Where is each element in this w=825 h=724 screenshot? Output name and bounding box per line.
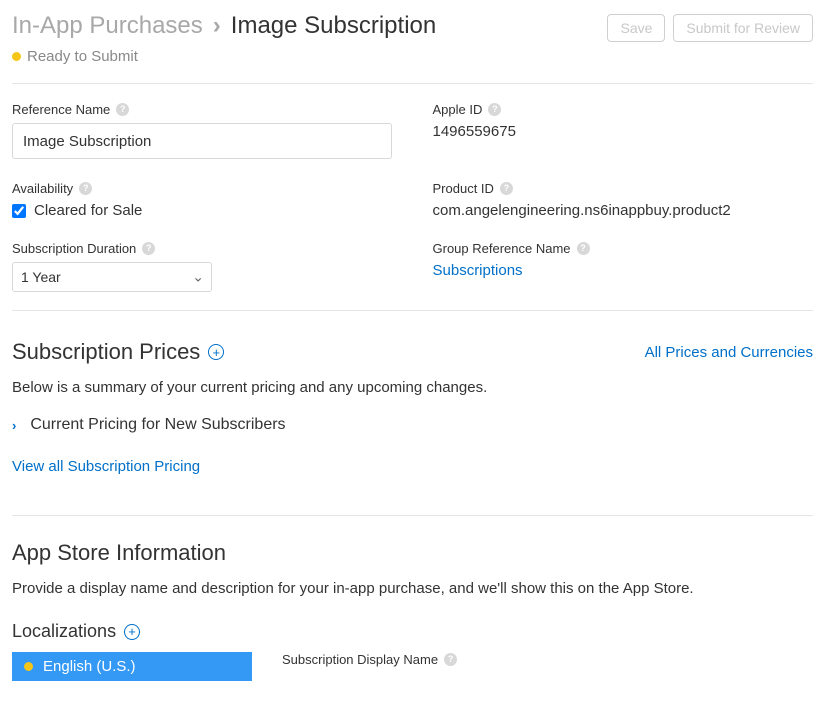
help-icon[interactable]: ? — [79, 182, 92, 195]
chevron-right-icon: › — [12, 418, 16, 433]
help-icon[interactable]: ? — [142, 242, 155, 255]
breadcrumb: In-App Purchases › Image Subscription — [12, 12, 436, 40]
current-pricing-expander[interactable]: › Current Pricing for New Subscribers — [12, 416, 813, 434]
language-label: English (U.S.) — [43, 658, 136, 675]
divider — [12, 515, 813, 516]
view-all-pricing-link[interactable]: View all Subscription Pricing — [12, 458, 200, 475]
product-id-value: com.angelengineering.ns6inappbuy.product… — [433, 202, 814, 219]
reference-name-input[interactable] — [12, 123, 392, 159]
submit-for-review-button[interactable]: Submit for Review — [673, 14, 813, 42]
help-icon[interactable]: ? — [444, 653, 457, 666]
duration-select[interactable]: 1 Year — [12, 262, 212, 292]
availability-label: Availability — [12, 181, 73, 196]
all-prices-link[interactable]: All Prices and Currencies — [645, 344, 813, 361]
cleared-for-sale-checkbox[interactable] — [12, 204, 26, 218]
cleared-for-sale-label: Cleared for Sale — [34, 202, 142, 219]
status-indicator: Ready to Submit — [12, 48, 813, 65]
chevron-right-icon: › — [213, 12, 221, 40]
help-icon[interactable]: ? — [488, 103, 501, 116]
current-pricing-label: Current Pricing for New Subscribers — [30, 416, 285, 434]
localization-language-item[interactable]: English (U.S.) — [12, 652, 252, 681]
duration-label: Subscription Duration — [12, 241, 136, 256]
group-ref-label: Group Reference Name — [433, 241, 571, 256]
apple-id-field: Apple ID ? 1496559675 — [433, 102, 814, 159]
group-reference-link[interactable]: Subscriptions — [433, 262, 523, 279]
product-id-label: Product ID — [433, 181, 494, 196]
display-name-label: Subscription Display Name — [282, 652, 438, 667]
group-reference-field: Group Reference Name ? Subscriptions — [433, 241, 814, 292]
breadcrumb-parent[interactable]: In-App Purchases — [12, 12, 203, 40]
breadcrumb-current: Image Subscription — [231, 12, 436, 40]
reference-name-field: Reference Name ? — [12, 102, 393, 159]
apple-id-label: Apple ID — [433, 102, 483, 117]
localizations-title: Localizations + — [12, 621, 813, 642]
availability-field: Availability ? Cleared for Sale — [12, 181, 393, 219]
save-button[interactable]: Save — [607, 14, 665, 42]
subscription-prices-title: Subscription Prices + — [12, 339, 224, 365]
add-price-icon[interactable]: + — [208, 344, 224, 360]
app-store-info-title: App Store Information — [12, 540, 813, 566]
help-icon[interactable]: ? — [577, 242, 590, 255]
help-icon[interactable]: ? — [116, 103, 129, 116]
help-icon[interactable]: ? — [500, 182, 513, 195]
add-localization-icon[interactable]: + — [124, 624, 140, 640]
apple-id-value: 1496559675 — [433, 123, 814, 140]
divider — [12, 83, 813, 84]
reference-name-label: Reference Name — [12, 102, 110, 117]
app-store-desc: Provide a display name and description f… — [12, 580, 813, 597]
status-dot-icon — [24, 662, 33, 671]
divider — [12, 310, 813, 311]
status-label: Ready to Submit — [27, 48, 138, 65]
status-dot-icon — [12, 52, 21, 61]
subscription-duration-field: Subscription Duration ? 1 Year ⌄ — [12, 241, 393, 292]
prices-summary-text: Below is a summary of your current prici… — [12, 379, 813, 396]
product-id-field: Product ID ? com.angelengineering.ns6ina… — [433, 181, 814, 219]
